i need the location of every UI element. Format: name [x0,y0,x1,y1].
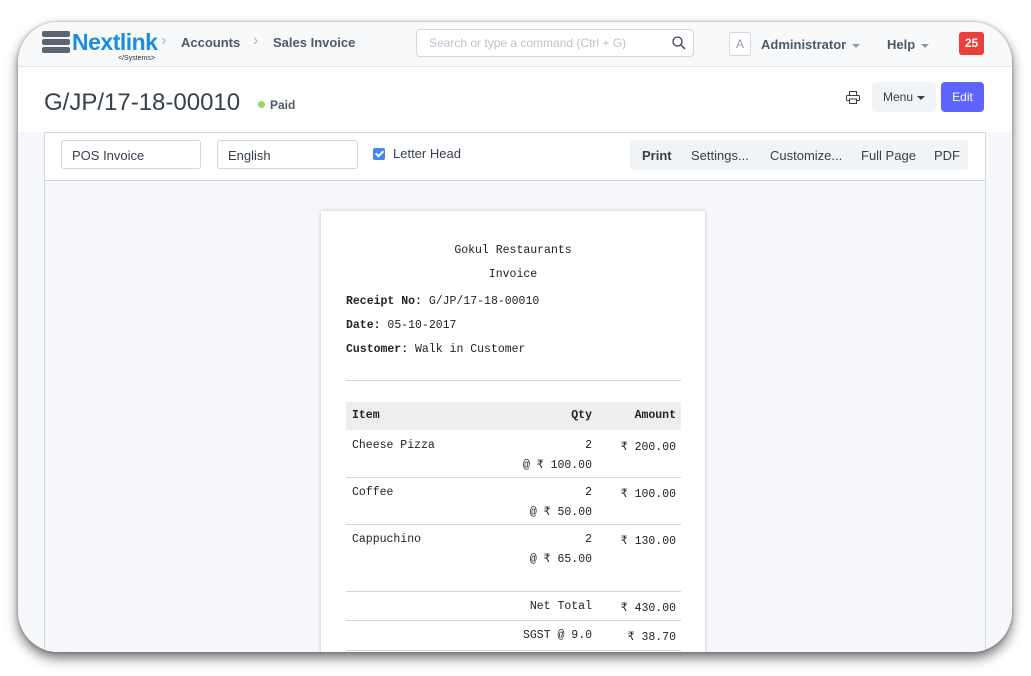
navbar: Nextlink </Systems> › Accounts › Sales I… [18,22,1012,67]
caret-down-icon [917,95,926,100]
divider [346,620,681,621]
page-head: G/JP/17-18-00010 Paid Menu Edit [18,67,1012,132]
row-divider [346,524,681,525]
app-window: Nextlink </Systems> › Accounts › Sales I… [18,22,1012,652]
net-total-value: ₹ 430.00 [620,602,676,615]
print-preview-area: POS Invoice English Letter Head Print Se… [44,132,986,652]
checkbox-checked-icon[interactable] [373,148,385,160]
item-rate: @ ₹ 65.00 [529,553,592,566]
item-name: Cheese Pizza [352,439,435,452]
net-total-label: Net Total [529,600,592,613]
page-title: G/JP/17-18-00010 [44,89,241,116]
language-select[interactable]: English [217,140,358,169]
help-menu-label: Help [887,37,916,52]
status-indicator: Paid [258,98,295,112]
notification-badge[interactable]: 25 [959,32,984,55]
receipt-number-label: Receipt No: [346,295,422,308]
print-format-select[interactable]: POS Invoice [61,140,201,169]
print-toolbar: POS Invoice English Letter Head Print Se… [45,133,985,181]
tax-value: ₹ 38.70 [627,631,676,644]
receipt-customer-value: Walk in Customer [415,343,526,356]
chevron-right-icon: › [161,32,167,49]
receipt-number-value: G/JP/17-18-00010 [428,295,540,308]
user-menu[interactable]: Administrator [761,37,861,52]
search-input[interactable] [427,35,671,51]
divider [346,650,681,651]
breadcrumb-accounts[interactable]: Accounts [181,35,240,50]
divider [346,591,681,592]
divider [346,380,681,381]
receipt-date: Date: 05-10-2017 [346,319,456,332]
document-type: Invoice [488,268,538,281]
receipt-customer-label: Customer: [346,343,409,356]
search-box[interactable] [416,29,694,57]
print-button[interactable]: Print [642,148,672,163]
menu-button[interactable]: Menu [872,82,936,112]
column-header-qty: Qty [571,409,592,422]
avatar[interactable]: A [729,32,751,56]
company-name: Gokul Restaurants [454,244,572,257]
item-rate: @ ₹ 100.00 [522,459,592,472]
customize-button[interactable]: Customize... [770,148,842,163]
search-icon[interactable] [671,35,687,51]
column-header-item: Item [352,409,380,422]
menu-button-label: Menu [882,90,914,104]
item-qty: 2 [585,533,592,546]
letter-head-checkbox[interactable]: Letter Head [373,146,461,161]
caret-down-icon [852,43,861,48]
receipt-customer: Customer: Walk in Customer [346,343,525,356]
row-divider [346,477,681,478]
receipt-number: Receipt No: G/JP/17-18-00010 [346,295,539,308]
pdf-button[interactable]: PDF [934,148,960,163]
chevron-right-icon: › [253,32,259,49]
column-header-amount: Amount [634,409,676,422]
receipt-page: Gokul Restaurants Invoice Receipt No: G/… [321,211,705,652]
brand-name: Nextlink [72,29,158,55]
printer-icon[interactable] [846,91,860,104]
item-qty: 2 [585,486,592,499]
user-menu-label: Administrator [761,37,847,52]
server-stack-icon [42,31,70,55]
item-name: Cappuchino [352,533,422,546]
caret-down-icon [921,43,930,48]
item-rate: @ ₹ 50.00 [529,506,592,519]
item-qty: 2 [585,439,592,452]
item-amount: ₹ 130.00 [620,535,676,548]
letter-head-label: Letter Head [393,146,461,161]
status-dot-icon [258,101,265,108]
status-label: Paid [270,98,296,112]
settings-button[interactable]: Settings... [691,148,749,163]
items-table-header: Item Qty Amount [346,402,681,430]
receipt-date-label: Date: [346,319,381,332]
item-amount: ₹ 100.00 [620,488,676,501]
edit-button[interactable]: Edit [941,82,984,112]
brand-subtitle: </Systems> [118,55,155,62]
item-amount: ₹ 200.00 [620,441,676,454]
breadcrumb-sales-invoice[interactable]: Sales Invoice [273,35,355,50]
full-page-button[interactable]: Full Page [861,148,916,163]
item-name: Coffee [352,486,394,499]
print-actions-group: Print Settings... Customize... Full Page… [630,140,968,170]
tax-label: SGST @ 9.0 [522,629,592,642]
help-menu[interactable]: Help [887,37,930,52]
receipt-date-value: 05-10-2017 [387,319,457,332]
